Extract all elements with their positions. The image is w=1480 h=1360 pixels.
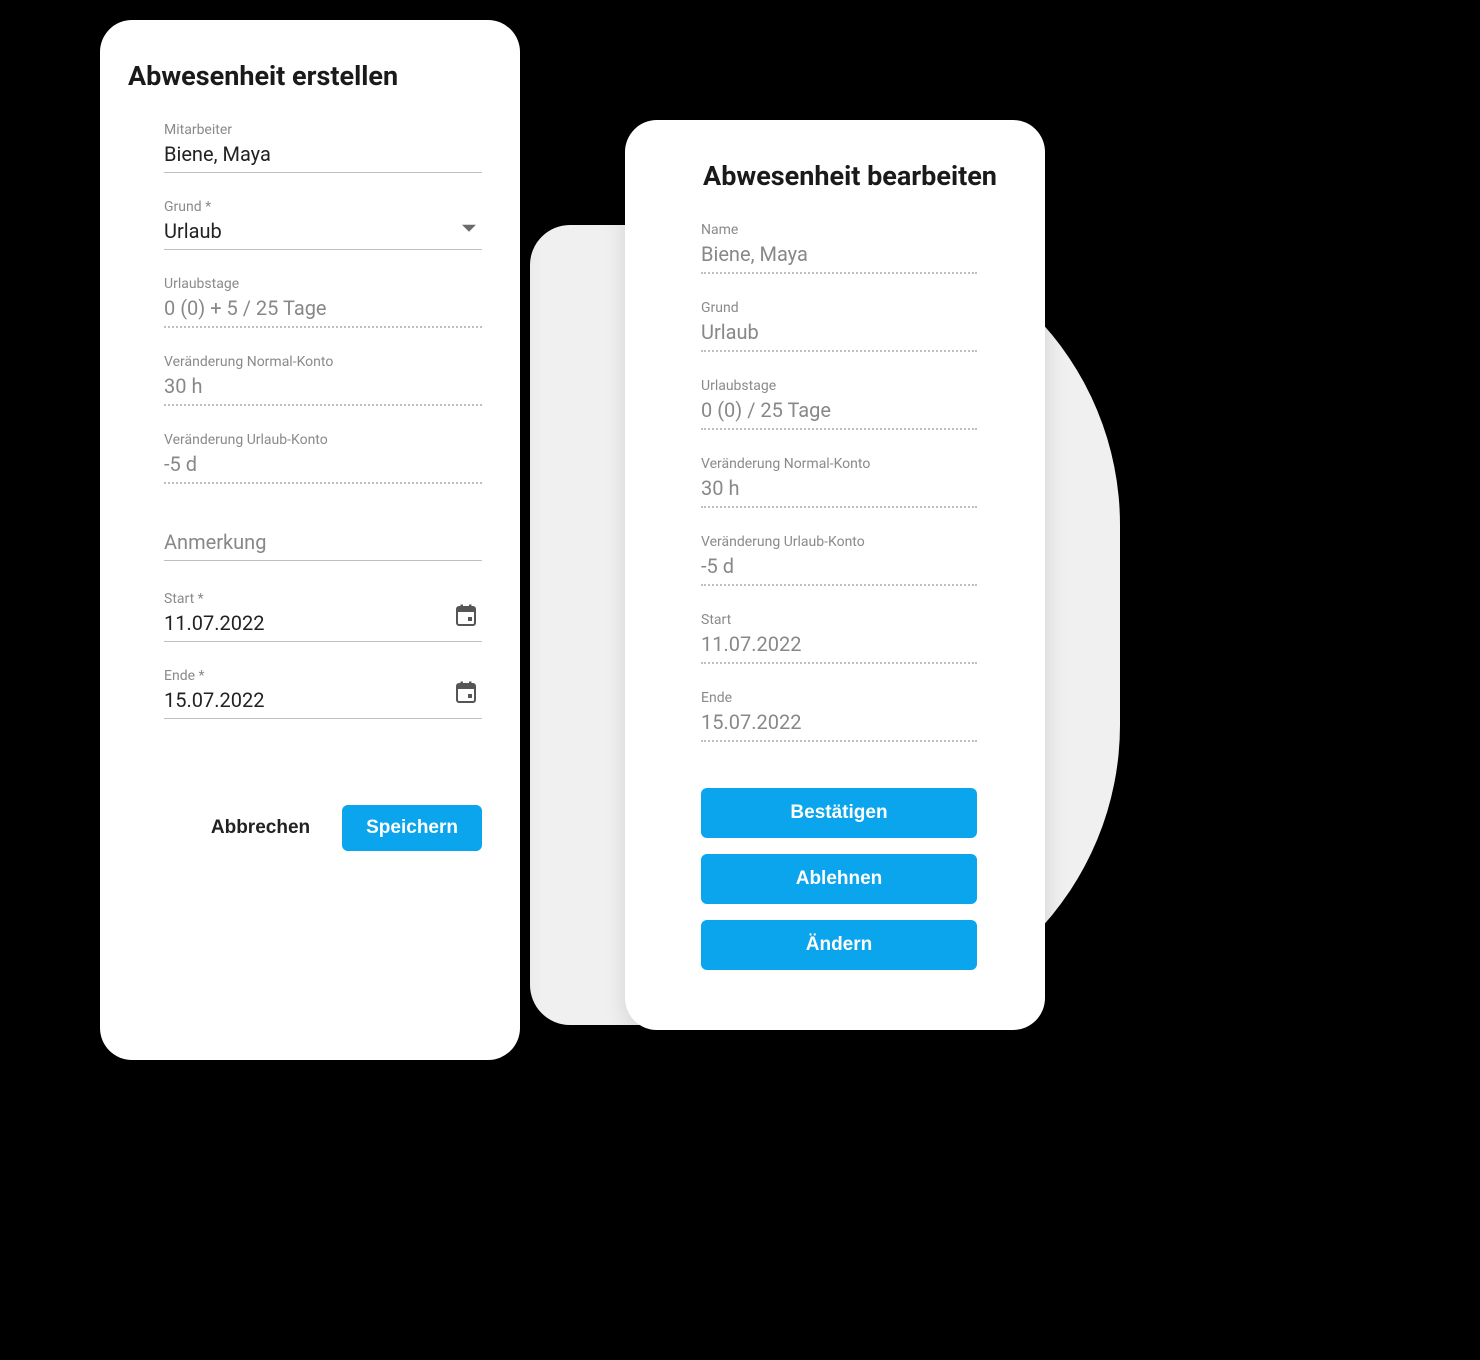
reason-value: Urlaub [164,219,482,250]
edit-vacation-days-field: Urlaubstage 0 (0) / 25 Tage [701,378,977,430]
calendar-icon[interactable] [456,681,476,707]
edit-reason-value: Urlaub [701,320,977,352]
vacation-account-value: -5 d [164,452,482,484]
edit-reason-label: Grund [701,300,977,316]
create-panel-title: Abwesenheit erstellen [128,60,492,92]
cancel-button[interactable]: Abbrechen [207,805,314,851]
end-label: Ende * [164,668,482,684]
confirm-button[interactable]: Bestätigen [701,788,977,838]
edit-normal-account-value: 30 h [701,476,977,508]
name-value: Biene, Maya [701,242,977,274]
employee-field[interactable]: Mitarbeiter Biene, Maya [164,122,482,173]
edit-absence-panel: Abwesenheit bearbeiten Name Biene, Maya … [625,120,1045,1030]
vacation-days-label: Urlaubstage [164,276,482,292]
edit-vacation-account-label: Veränderung Urlaub-Konto [701,534,977,550]
edit-start-field: Start 11.07.2022 [701,612,977,664]
vacation-account-field: Veränderung Urlaub-Konto -5 d [164,432,482,484]
edit-vacation-account-value: -5 d [701,554,977,586]
edit-normal-account-field: Veränderung Normal-Konto 30 h [701,456,977,508]
note-placeholder: Anmerkung [164,530,482,561]
save-button[interactable]: Speichern [342,805,482,851]
edit-panel-title: Abwesenheit bearbeiten [683,160,1017,192]
note-field[interactable]: Anmerkung [164,530,482,561]
edit-start-label: Start [701,612,977,628]
chevron-down-icon [462,219,476,238]
edit-reason-field: Grund Urlaub [701,300,977,352]
edit-end-label: Ende [701,690,977,706]
edit-vacation-account-field: Veränderung Urlaub-Konto -5 d [701,534,977,586]
vacation-days-value: 0 (0) + 5 / 25 Tage [164,296,482,328]
change-button[interactable]: Ändern [701,920,977,970]
edit-buttons: Bestätigen Ablehnen Ändern [653,768,1017,970]
edit-end-field: Ende 15.07.2022 [701,690,977,742]
create-absence-panel: Abwesenheit erstellen Mitarbeiter Biene,… [100,20,520,1060]
start-date-field[interactable]: Start * 11.07.2022 [164,591,482,642]
name-field: Name Biene, Maya [701,222,977,274]
edit-normal-account-label: Veränderung Normal-Konto [701,456,977,472]
start-value: 11.07.2022 [164,611,482,642]
vacation-days-field: Urlaubstage 0 (0) + 5 / 25 Tage [164,276,482,328]
start-label: Start * [164,591,482,607]
edit-end-value: 15.07.2022 [701,710,977,742]
create-buttons: Abbrechen Speichern [128,745,492,851]
calendar-icon[interactable] [456,604,476,630]
reason-label: Grund * [164,199,482,215]
normal-account-field: Veränderung Normal-Konto 30 h [164,354,482,406]
vacation-account-label: Veränderung Urlaub-Konto [164,432,482,448]
edit-vacation-days-label: Urlaubstage [701,378,977,394]
reject-button[interactable]: Ablehnen [701,854,977,904]
edit-vacation-days-value: 0 (0) / 25 Tage [701,398,977,430]
employee-value: Biene, Maya [164,142,482,173]
end-date-field[interactable]: Ende * 15.07.2022 [164,668,482,719]
end-value: 15.07.2022 [164,688,482,719]
normal-account-value: 30 h [164,374,482,406]
edit-start-value: 11.07.2022 [701,632,977,664]
reason-field[interactable]: Grund * Urlaub [164,199,482,250]
normal-account-label: Veränderung Normal-Konto [164,354,482,370]
name-label: Name [701,222,977,238]
employee-label: Mitarbeiter [164,122,482,138]
